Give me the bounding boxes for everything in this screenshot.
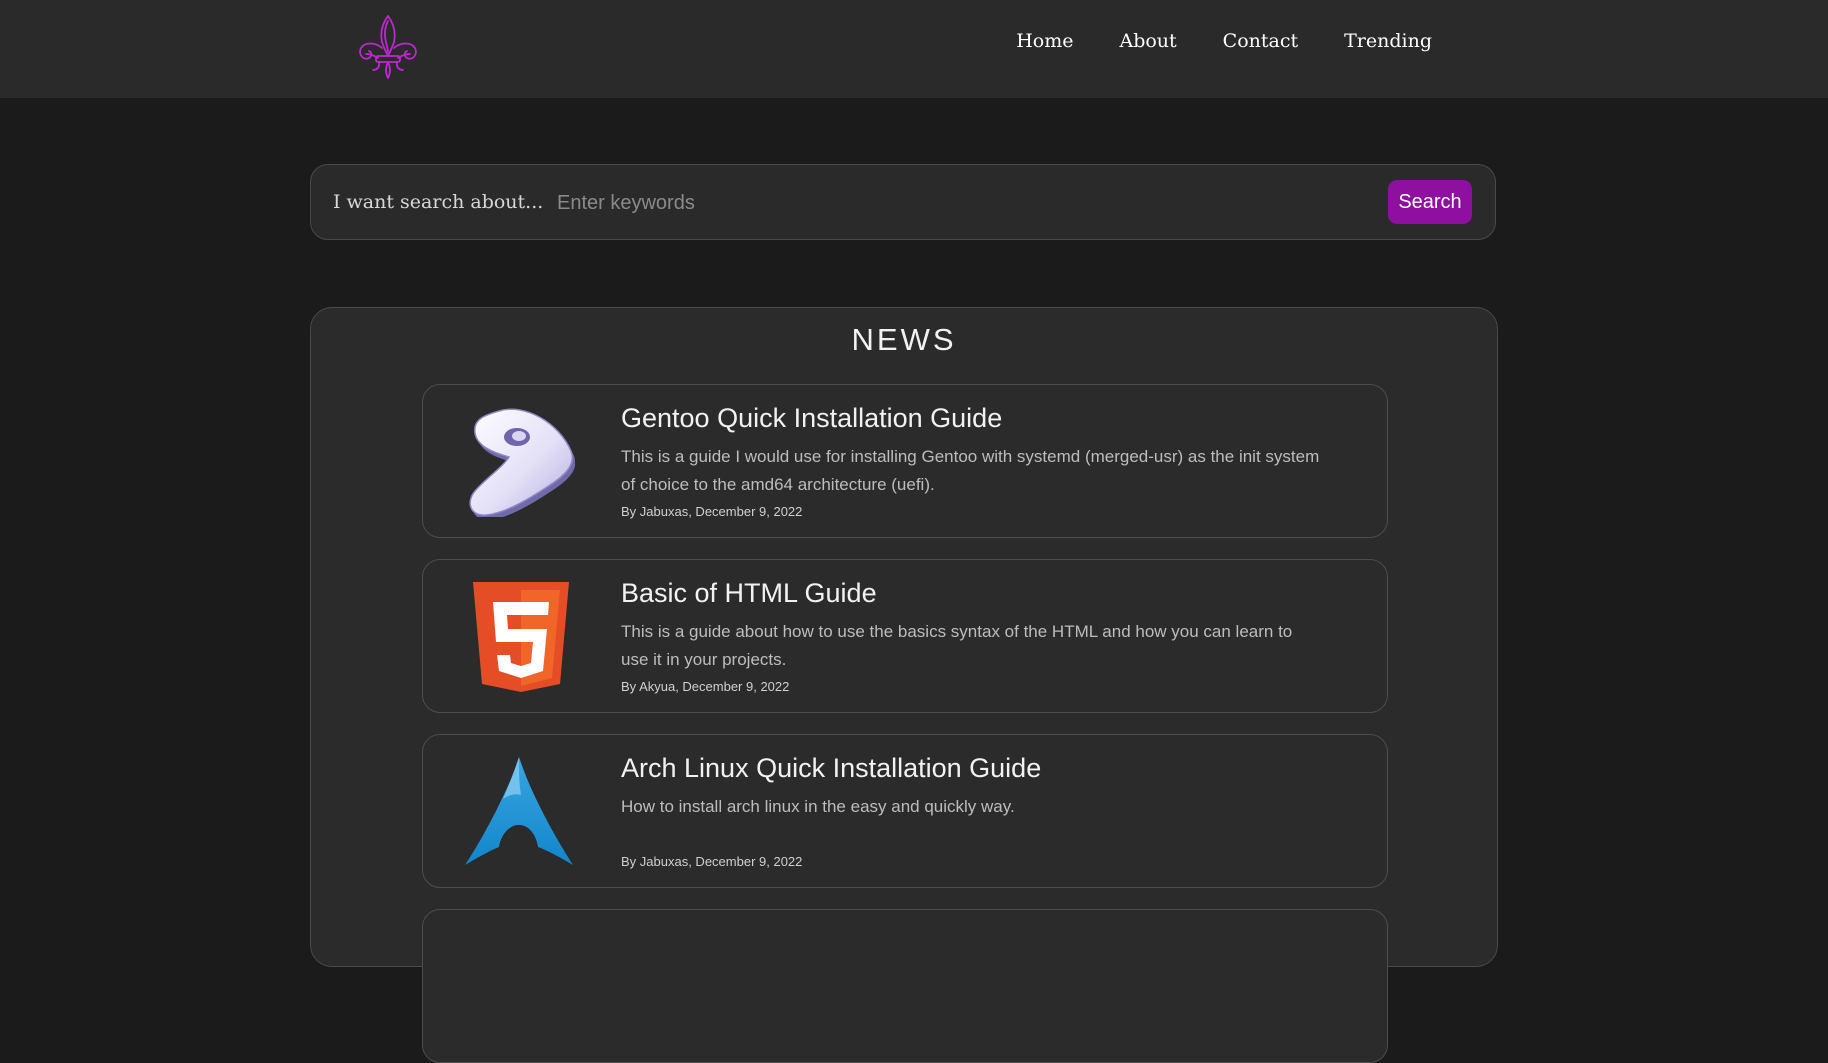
main-nav: Home About Contact Trending [1016, 30, 1432, 52]
gentoo-icon [469, 408, 575, 517]
arch-linux-icon [465, 757, 573, 865]
article-title: Basic of HTML Guide [621, 578, 877, 608]
site-header: Home About Contact Trending [0, 0, 1828, 98]
article-description: How to install arch linux in the easy an… [621, 797, 1015, 816]
article-description: This is a guide about how to use the bas… [621, 622, 1293, 669]
nav-home-link[interactable]: Home [1016, 30, 1073, 52]
search-button[interactable]: Search [1388, 180, 1472, 224]
news-panel: NEWS Gentoo Quick Installation Guide Thi… [310, 307, 1498, 1063]
news-card-partial[interactable] [422, 909, 1388, 1063]
search-label: I want search about... [333, 191, 544, 213]
news-card-arch[interactable]: Arch Linux Quick Installation Guide How … [422, 734, 1388, 888]
article-meta: By Jabuxas, December 9, 2022 [621, 854, 803, 869]
article-description: This is a guide I would use for installi… [621, 447, 1320, 494]
article-title: Arch Linux Quick Installation Guide [621, 753, 1042, 783]
search-bar: I want search about... Search [310, 164, 1496, 240]
search-input[interactable] [547, 181, 1387, 225]
nav-contact-link[interactable]: Contact [1223, 30, 1298, 52]
article-meta: By Akyua, December 9, 2022 [621, 679, 790, 694]
news-heading: NEWS [851, 322, 957, 357]
nav-trending-link[interactable]: Trending [1344, 30, 1432, 52]
nav-about-link[interactable]: About [1119, 30, 1176, 52]
article-title: Gentoo Quick Installation Guide [621, 403, 1003, 433]
fleur-de-lis-logo[interactable] [353, 12, 423, 82]
news-card-html[interactable]: Basic of HTML Guide This is a guide abou… [422, 559, 1388, 713]
news-card-gentoo[interactable]: Gentoo Quick Installation Guide This is … [422, 384, 1388, 538]
html5-icon [473, 582, 569, 692]
article-meta: By Jabuxas, December 9, 2022 [621, 504, 803, 519]
